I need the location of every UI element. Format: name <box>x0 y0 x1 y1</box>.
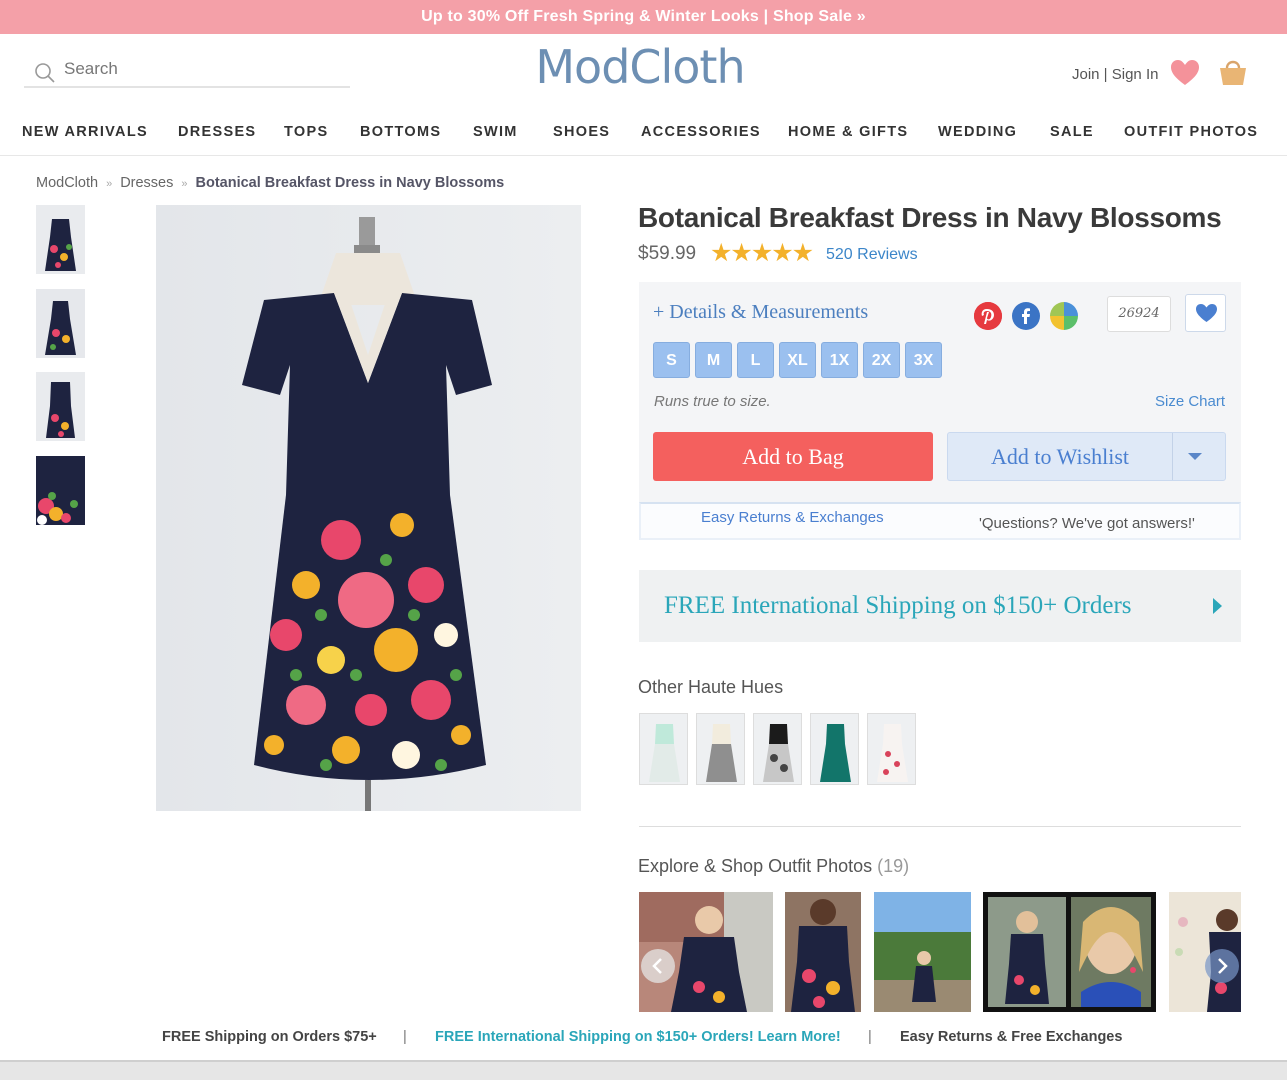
easy-returns-link[interactable]: Easy Returns & Exchanges <box>701 509 884 526</box>
size-option-m[interactable]: M <box>695 342 732 378</box>
product-thumbnail[interactable] <box>36 372 85 441</box>
chevron-right-icon <box>1218 958 1228 974</box>
help-bar: Easy Returns & Exchanges 'Questions? We'… <box>639 502 1241 540</box>
outfit-photos-count: (19) <box>877 856 910 876</box>
breadcrumb-separator: » <box>181 178 188 190</box>
join-sign-in-link[interactable]: Join | Sign In <box>1072 66 1158 83</box>
breadcrumb-dresses[interactable]: Dresses <box>120 175 173 191</box>
color-swatch[interactable] <box>810 713 859 785</box>
add-to-bag-button[interactable]: Add to Bag <box>653 432 933 481</box>
nav-new-arrivals[interactable]: NEW ARRIVALS <box>22 124 148 140</box>
modcloth-logo[interactable]: ModCloth <box>530 40 750 94</box>
footer-separator: | <box>403 1029 407 1045</box>
search-box[interactable] <box>24 54 350 88</box>
nav-tops[interactable]: TOPS <box>284 124 328 140</box>
breadcrumb: ModCloth » Dresses » Botanical Breakfast Dre… <box>36 175 504 191</box>
carousel-prev-arrow[interactable] <box>641 949 675 983</box>
button-divider <box>1172 433 1173 480</box>
color-swatch[interactable] <box>696 713 745 785</box>
page-bottom-edge <box>0 1060 1287 1080</box>
breadcrumb-separator: » <box>106 178 113 190</box>
add-to-wishlist-label: Add to Wishlist <box>990 444 1130 469</box>
outfit-photo[interactable] <box>785 892 861 1012</box>
product-thumbnail[interactable] <box>36 456 85 525</box>
outfit-photo[interactable] <box>983 892 1156 1012</box>
purchase-panel: + Details & Measurements 26924 S M L XL … <box>639 282 1241 506</box>
reviews-link[interactable]: 520 Reviews <box>826 246 918 264</box>
product-price: $59.99 <box>638 243 697 264</box>
outfit-photos-heading: Explore & Shop Outfit Photos (19) <box>638 856 909 877</box>
fit-note: Runs true to size. <box>654 393 771 410</box>
details-measurements-toggle[interactable]: + Details & Measurements <box>653 301 868 324</box>
questions-link[interactable]: 'Questions? We've got answers!' <box>979 515 1195 532</box>
color-swatch[interactable] <box>639 713 688 785</box>
footer-international-shipping-link[interactable]: FREE International Shipping on $150+ Ord… <box>435 1029 841 1045</box>
nav-bottoms[interactable]: BOTTOMS <box>360 124 441 140</box>
breadcrumb-current: Botanical Breakfast Dress in Navy Blosso… <box>195 175 505 191</box>
carousel-next-arrow[interactable] <box>1205 949 1239 983</box>
product-thumbnail[interactable] <box>36 289 85 358</box>
nav-wedding[interactable]: WEDDING <box>938 124 1017 140</box>
nav-home-gifts[interactable]: HOME & GIFTS <box>788 124 908 140</box>
free-shipping-banner-text: FREE International Shipping on $150+ Ord… <box>664 592 1132 619</box>
wishlist-heart-button[interactable] <box>1185 294 1226 332</box>
search-input[interactable] <box>64 56 344 82</box>
size-option-1x[interactable]: 1X <box>821 342 858 378</box>
promo-banner[interactable]: Up to 30% Off Fresh Spring & Winter Look… <box>0 0 1287 34</box>
product-main-image[interactable] <box>156 205 581 811</box>
site-header: ModCloth Join | Sign In <box>0 34 1287 114</box>
heart-icon <box>1196 304 1217 322</box>
free-shipping-banner[interactable]: FREE International Shipping on $150+ Ord… <box>639 570 1241 642</box>
nav-shoes[interactable]: SHOES <box>553 124 610 140</box>
size-option-2x[interactable]: 2X <box>863 342 900 378</box>
size-option-s[interactable]: S <box>653 342 690 378</box>
nav-swim[interactable]: SWIM <box>473 124 518 140</box>
outfit-photos-title: Explore & Shop Outfit Photos <box>638 856 873 876</box>
wishlist-count: 26924 <box>1107 296 1171 332</box>
section-divider <box>639 826 1241 827</box>
rating-stars[interactable]: ★★★★★ <box>710 238 814 268</box>
product-thumbnail[interactable] <box>36 205 85 274</box>
add-to-wishlist-button[interactable]: Add to Wishlist <box>947 432 1226 481</box>
pinterest-icon[interactable] <box>974 302 1002 330</box>
chevron-down-icon[interactable] <box>1188 453 1202 460</box>
product-title: Botanical Breakfast Dress in Navy Blosso… <box>638 202 1222 233</box>
nav-sale[interactable]: SALE <box>1050 124 1094 140</box>
nav-accessories[interactable]: ACCESSORIES <box>641 124 761 140</box>
nav-outfit-photos[interactable]: OUTFIT PHOTOS <box>1124 124 1258 140</box>
chevron-left-icon <box>652 958 662 974</box>
size-chart-link[interactable]: Size Chart <box>1155 393 1225 410</box>
size-option-3x[interactable]: 3X <box>905 342 942 378</box>
polyvore-icon[interactable] <box>1050 302 1078 330</box>
shopping-bag-icon[interactable] <box>1217 56 1249 88</box>
color-swatch[interactable] <box>753 713 802 785</box>
chevron-right-icon <box>1213 598 1222 614</box>
footer-free-shipping[interactable]: FREE Shipping on Orders $75+ <box>162 1029 377 1045</box>
footer-promo-bar: FREE Shipping on Orders $75+ | FREE Inte… <box>0 1022 1287 1060</box>
breadcrumb-modcloth[interactable]: ModCloth <box>36 175 98 191</box>
outfit-photo[interactable] <box>874 892 971 1012</box>
size-option-l[interactable]: L <box>737 342 774 378</box>
search-icon <box>35 63 55 83</box>
nav-dresses[interactable]: DRESSES <box>178 124 256 140</box>
footer-easy-returns[interactable]: Easy Returns & Free Exchanges <box>900 1029 1122 1045</box>
facebook-icon[interactable] <box>1012 302 1040 330</box>
color-swatch[interactable] <box>867 713 916 785</box>
footer-separator: | <box>868 1029 872 1045</box>
other-hues-heading: Other Haute Hues <box>638 677 784 697</box>
size-option-xl[interactable]: XL <box>779 342 816 378</box>
heart-icon[interactable] <box>1170 59 1200 87</box>
main-nav: NEW ARRIVALS DRESSES TOPS BOTTOMS SWIM S… <box>0 114 1287 156</box>
